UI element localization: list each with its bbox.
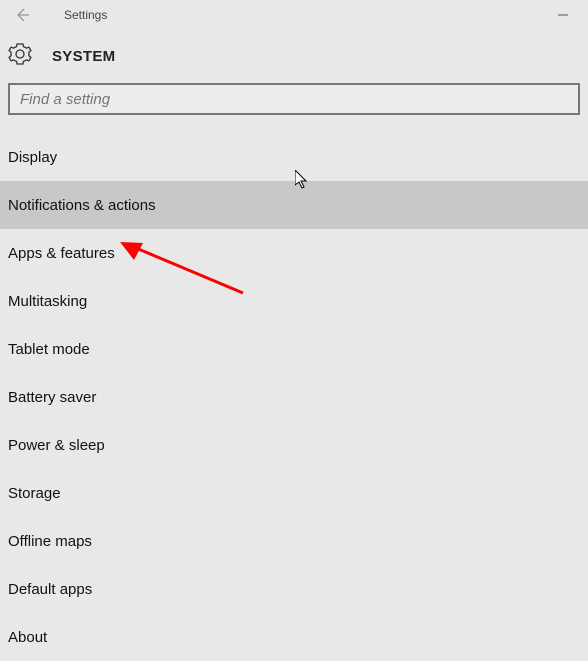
minimize-button[interactable] [548, 3, 578, 27]
menu-item-default-apps[interactable]: Default apps [0, 565, 588, 613]
menu-item-notifications-actions[interactable]: Notifications & actions [0, 181, 588, 229]
menu-item-multitasking[interactable]: Multitasking [0, 277, 588, 325]
back-arrow-icon [14, 7, 30, 23]
search-container [8, 83, 580, 115]
menu-item-label: Power & sleep [8, 437, 105, 454]
menu-item-label: Offline maps [8, 533, 92, 550]
page-header: SYSTEM [0, 30, 588, 83]
menu-item-power-sleep[interactable]: Power & sleep [0, 421, 588, 469]
window-titlebar: Settings [0, 0, 588, 30]
menu-item-label: Apps & features [8, 245, 115, 262]
back-button[interactable] [10, 3, 34, 27]
settings-menu: Display Notifications & actions Apps & fea… [0, 133, 588, 661]
menu-item-label: Display [8, 149, 57, 166]
menu-item-label: Notifications & actions [8, 197, 156, 214]
menu-item-tablet-mode[interactable]: Tablet mode [0, 325, 588, 373]
gear-icon [8, 42, 32, 71]
page-title: SYSTEM [52, 48, 115, 65]
menu-item-battery-saver[interactable]: Battery saver [0, 373, 588, 421]
menu-item-label: Battery saver [8, 389, 96, 406]
menu-item-display[interactable]: Display [0, 133, 588, 181]
menu-item-apps-features[interactable]: Apps & features [0, 229, 588, 277]
menu-item-label: Multitasking [8, 293, 87, 310]
menu-item-label: About [8, 629, 47, 646]
menu-item-storage[interactable]: Storage [0, 469, 588, 517]
menu-item-label: Default apps [8, 581, 92, 598]
menu-item-label: Storage [8, 485, 61, 502]
menu-item-label: Tablet mode [8, 341, 90, 358]
window-title: Settings [64, 8, 107, 22]
menu-item-about[interactable]: About [0, 613, 588, 661]
menu-item-offline-maps[interactable]: Offline maps [0, 517, 588, 565]
search-input[interactable] [8, 83, 580, 115]
minimize-icon [557, 9, 569, 21]
